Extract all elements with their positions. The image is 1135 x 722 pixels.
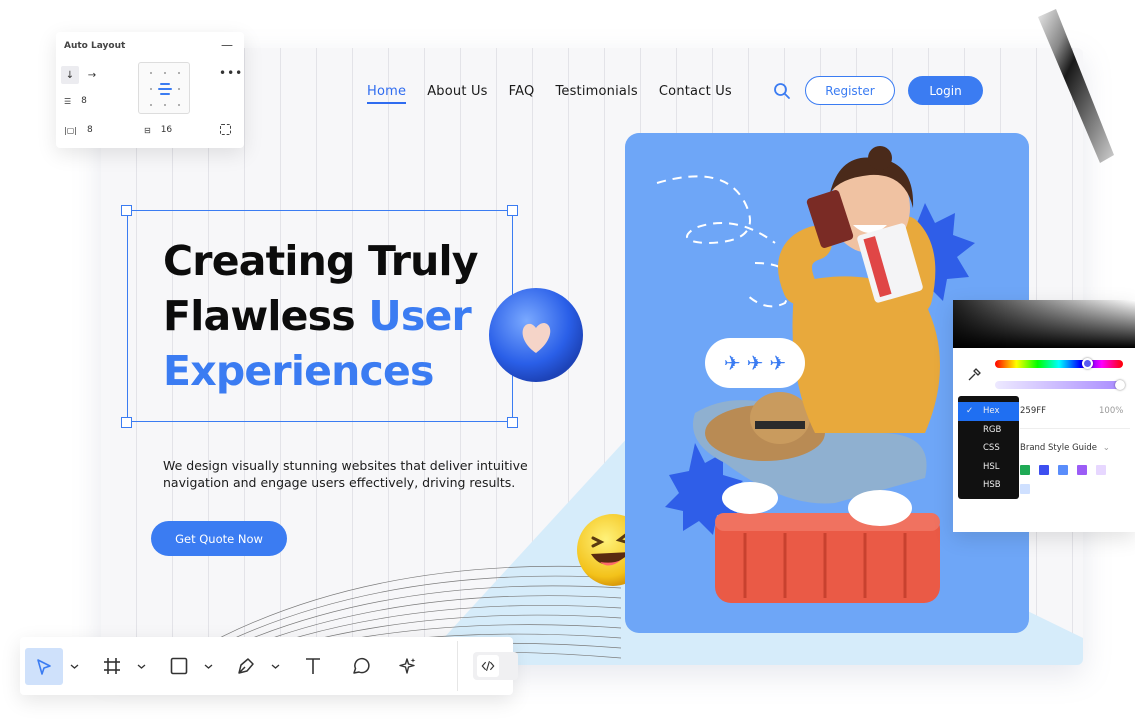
code-icon [481,661,495,671]
register-button[interactable]: Register [805,76,895,105]
ai-sparkle-icon [399,658,416,674]
code-toggle-knob [477,655,499,677]
padding-horizontal-value: 8 [86,125,93,135]
design-toolbar [20,637,518,695]
airplane-icon: ✈ [723,351,741,375]
resize-handle-tr[interactable] [507,205,518,216]
hero-title-line2: Flawless [163,292,369,340]
color-swatch[interactable] [1039,465,1049,475]
spacing-vertical-icon: ☰ [64,96,72,106]
auto-layout-title: Auto Layout [64,41,126,51]
hero-title-accent-experiences: Experiences [163,347,434,395]
format-option-label: HSB [983,480,1001,491]
auto-layout-panel: Auto Layout — ↓ → ☰ 8 |▢| 8 ⊟ 16 ••• [56,32,244,148]
gap-icon: ⊟ [144,125,151,135]
get-quote-button[interactable]: Get Quote Now [151,521,287,556]
stylus-pen-icon [1038,9,1114,163]
divider [1020,428,1130,429]
comment-tool[interactable] [345,650,377,682]
format-option-hsb[interactable]: HSB [958,476,1019,495]
frame-tool[interactable] [96,650,128,682]
pointer-tool[interactable] [25,648,63,685]
frame-icon [104,658,120,674]
more-options-icon[interactable]: ••• [219,66,243,80]
format-option-label: CSS [983,443,1000,454]
nav-faq[interactable]: FAQ [509,84,535,104]
chevron-down-icon[interactable] [204,662,213,671]
format-option-hsl[interactable]: HSL [958,458,1019,477]
hero-title: Creating Truly Flawless User Experiences [163,234,503,399]
hue-slider-knob[interactable] [1082,358,1093,369]
color-swatch[interactable] [1020,484,1030,494]
gap-value: 16 [160,125,173,135]
hero-description: We design visually stunning websites tha… [163,458,528,490]
toolbar-divider [457,641,458,691]
hue-slider[interactable] [995,360,1123,368]
padding-horizontal-icon: |▢| [64,125,77,135]
color-swatch[interactable] [1077,465,1087,475]
alpha-slider-knob[interactable] [1115,380,1125,390]
vertical-spacing-row[interactable]: ☰ 8 [64,96,87,106]
pointer-icon [37,658,51,675]
hex-value[interactable]: 259FF [1020,406,1046,416]
alpha-slider[interactable] [995,381,1123,389]
color-swatch[interactable] [1020,465,1030,475]
airplane-icon: ✈ [769,351,787,375]
color-format-dropdown[interactable]: ✓ Hex RGB CSS HSL HSB [958,396,1019,499]
alignment-dots [150,72,180,106]
color-saturation-area[interactable] [953,300,1135,348]
color-swatch[interactable] [1058,465,1068,475]
alignment-grid[interactable] [138,62,190,114]
resize-handle-bl[interactable] [121,417,132,428]
format-option-css[interactable]: CSS [958,439,1019,458]
chevron-down-icon[interactable] [137,662,146,671]
rectangle-tool[interactable] [163,650,195,682]
hero-title-accent-user: User [368,292,471,340]
search-icon[interactable] [773,82,791,100]
nav-about-us[interactable]: About Us [427,84,487,104]
text-tool[interactable] [297,650,329,682]
format-option-label: RGB [983,424,1002,435]
format-option-label: Hex [983,406,1000,417]
eyedropper-icon[interactable] [967,368,981,382]
chevron-down-icon[interactable] [271,662,280,671]
text-icon [306,658,320,674]
resize-fit-icon[interactable] [220,124,231,135]
direction-vertical-icon[interactable]: ↓ [61,66,79,84]
nav-home[interactable]: Home [367,84,407,104]
heart-sticker-icon [489,288,583,382]
nav-testimonials[interactable]: Testimonials [555,84,637,104]
padding-row[interactable]: |▢| 8 [64,125,93,135]
resize-handle-br[interactable] [507,417,518,428]
style-guide-selector[interactable]: Brand Style Guide ⌄ [1020,443,1110,453]
login-button[interactable]: Login [908,76,983,105]
format-option-label: HSL [983,461,1000,472]
alpha-value[interactable]: 100% [1099,406,1123,416]
dev-mode-toggle[interactable] [473,652,518,680]
check-icon: ✓ [966,406,974,417]
color-swatch[interactable] [1096,465,1106,475]
airplane-icon: ✈ [746,351,764,375]
chevron-down-icon: ⌄ [1102,443,1110,453]
ai-tool[interactable] [392,650,424,682]
gap-row[interactable]: ⊟ 16 [144,125,172,135]
spacing-vertical-value: 8 [81,96,87,106]
format-option-hex[interactable]: ✓ Hex [958,402,1019,421]
resize-handle-tl[interactable] [121,205,132,216]
pen-icon [238,658,254,674]
nav-contact-us[interactable]: Contact Us [659,84,732,104]
style-guide-label: Brand Style Guide [1020,443,1098,453]
flight-bubble: ✈ ✈ ✈ [705,338,805,388]
pen-tool[interactable] [230,650,262,682]
chevron-down-icon[interactable] [70,662,79,671]
hero-title-line1: Creating Truly [163,237,479,285]
comment-icon [353,657,370,674]
format-option-rgb[interactable]: RGB [958,421,1019,440]
collapse-icon[interactable]: — [221,38,233,52]
main-nav: Home About Us FAQ Testimonials Contact U… [367,84,732,104]
rectangle-icon [170,657,188,675]
direction-horizontal-icon[interactable]: → [83,66,101,84]
